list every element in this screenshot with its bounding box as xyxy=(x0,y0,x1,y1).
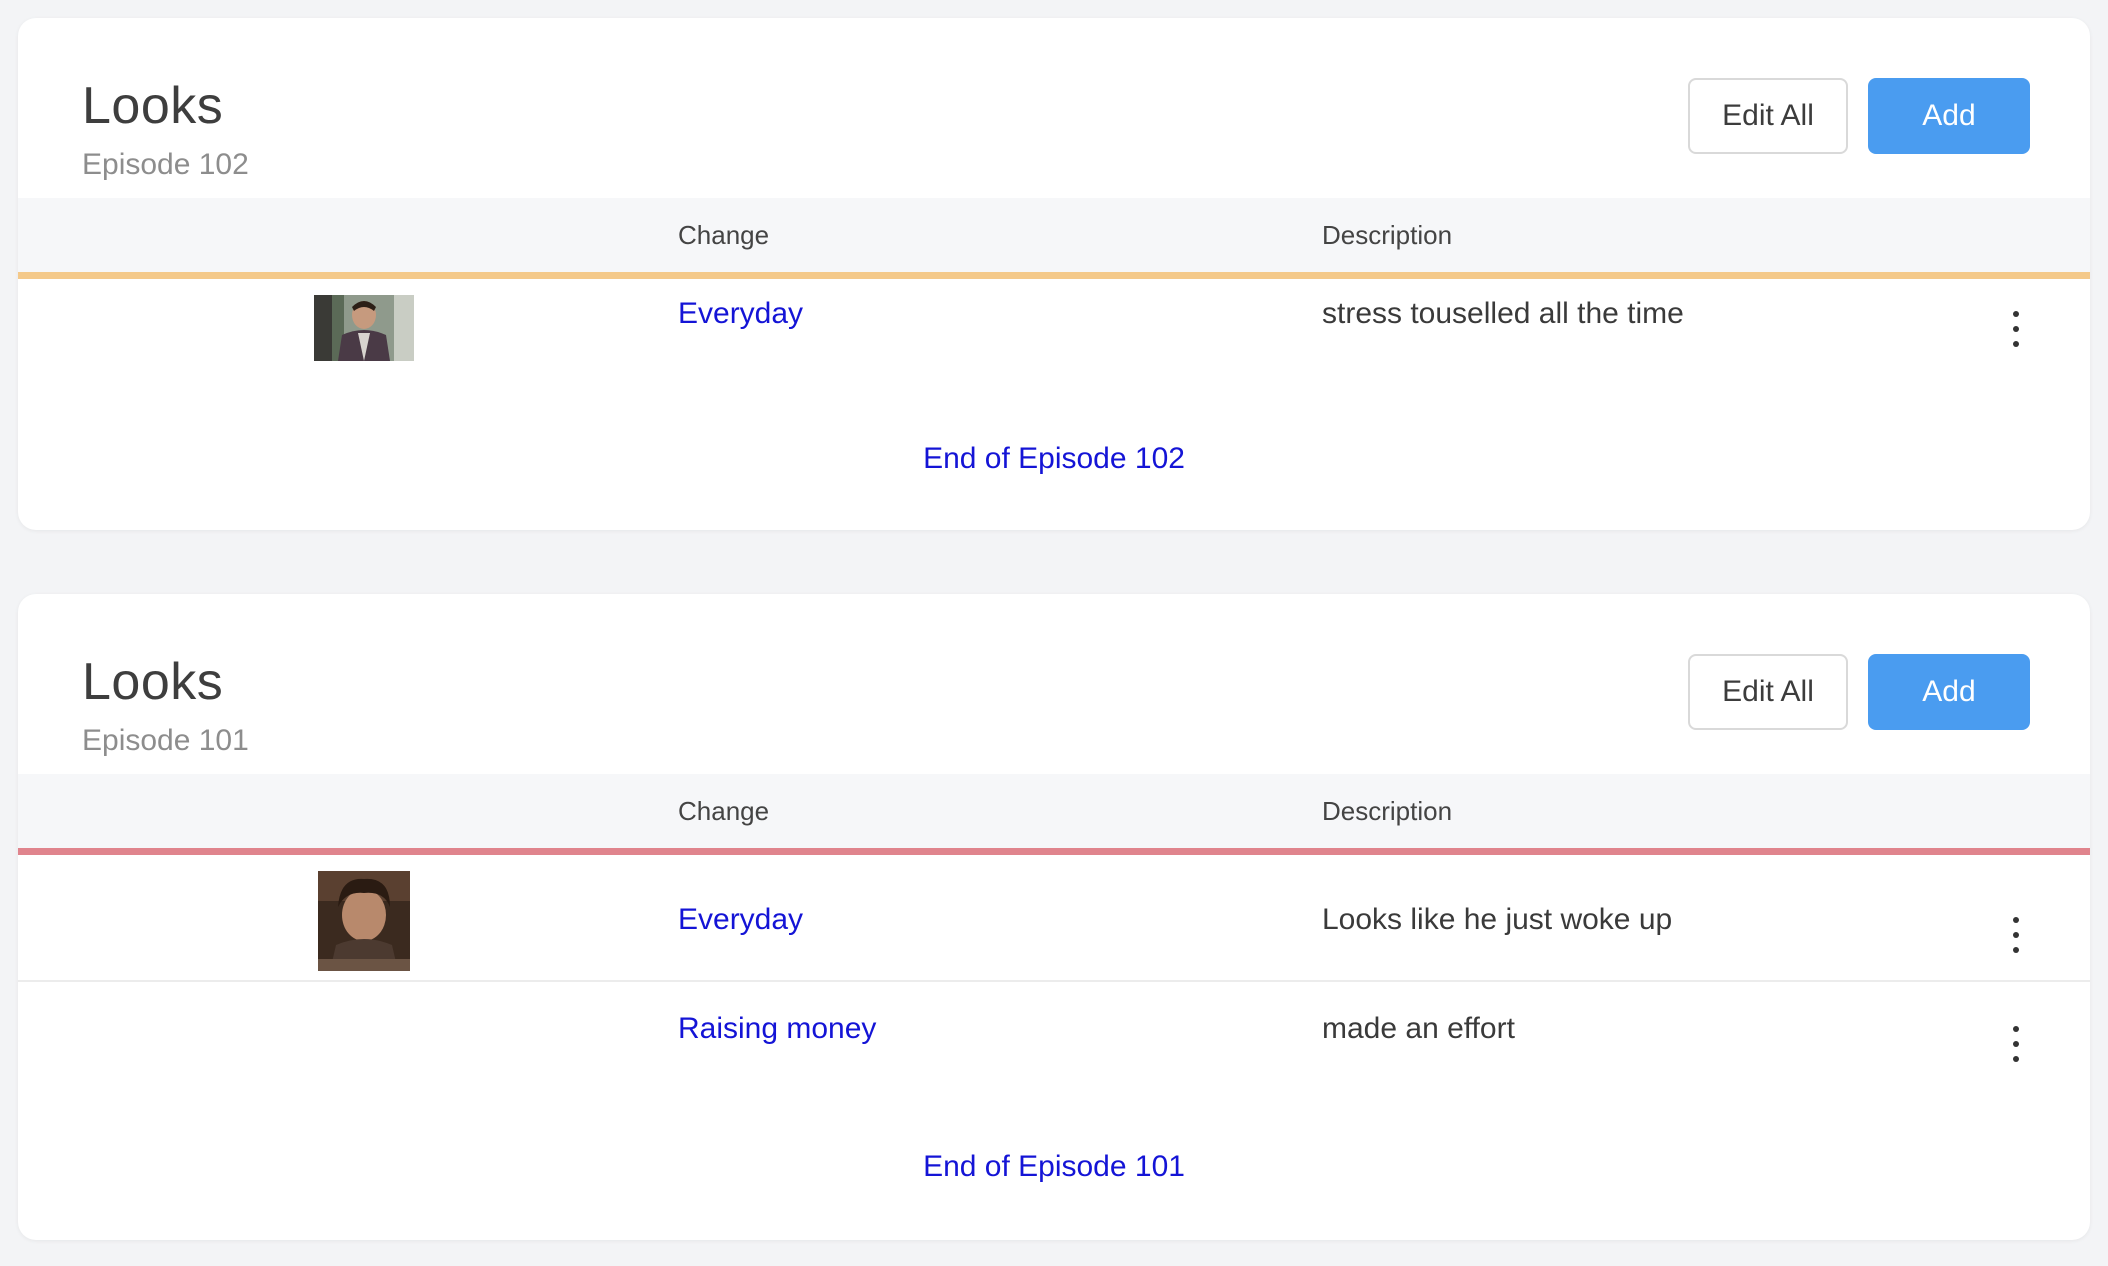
edit-all-button[interactable]: Edit All xyxy=(1688,654,1848,730)
more-options-icon[interactable] xyxy=(2006,917,2026,953)
card-header: Looks Episode 102 Edit All Add xyxy=(18,18,2090,198)
add-button[interactable]: Add xyxy=(1868,78,2030,154)
row-description: Looks like he just woke up xyxy=(1322,903,1673,936)
more-options-icon[interactable] xyxy=(2006,311,2026,347)
table-row: Raising money made an effort xyxy=(18,982,2090,1092)
look-thumbnail-image xyxy=(314,295,414,361)
end-of-episode-link[interactable]: End of Episode 101 xyxy=(18,1150,2090,1184)
change-link[interactable]: Raising money xyxy=(678,1012,876,1046)
column-header-description: Description xyxy=(1322,220,1453,250)
end-of-episode-link[interactable]: End of Episode 102 xyxy=(18,442,2090,476)
table-header: Change Description xyxy=(18,774,2090,848)
accent-line xyxy=(18,272,2090,279)
looks-card-episode-101: Looks Episode 101 Edit All Add Change De… xyxy=(18,594,2090,1240)
table-row: Everyday Looks like he just woke up xyxy=(18,855,2090,979)
more-options-icon[interactable] xyxy=(2006,1026,2026,1062)
row-description: made an effort xyxy=(1322,1012,1515,1045)
add-button[interactable]: Add xyxy=(1868,654,2030,730)
looks-card-episode-102: Looks Episode 102 Edit All Add Change De… xyxy=(18,18,2090,530)
edit-all-button[interactable]: Edit All xyxy=(1688,78,1848,154)
column-header-change: Change xyxy=(678,796,770,826)
column-header-description: Description xyxy=(1322,796,1453,826)
card-subtitle: Episode 102 xyxy=(82,148,249,181)
card-subtitle: Episode 101 xyxy=(82,724,249,757)
look-thumbnail[interactable] xyxy=(318,871,410,971)
row-description: stress touselled all the time xyxy=(1322,297,1684,330)
change-link[interactable]: Everyday xyxy=(678,903,803,937)
card-title: Looks xyxy=(82,653,224,711)
table-header: Change Description xyxy=(18,198,2090,272)
column-header-change: Change xyxy=(678,220,770,250)
look-thumbnail-image xyxy=(318,871,410,971)
look-thumbnail[interactable] xyxy=(314,295,414,361)
card-title: Looks xyxy=(82,77,224,135)
change-link[interactable]: Everyday xyxy=(678,297,803,331)
accent-line xyxy=(18,848,2090,855)
card-header: Looks Episode 101 Edit All Add xyxy=(18,594,2090,774)
table-row: Everyday stress touselled all the time xyxy=(18,279,2090,389)
